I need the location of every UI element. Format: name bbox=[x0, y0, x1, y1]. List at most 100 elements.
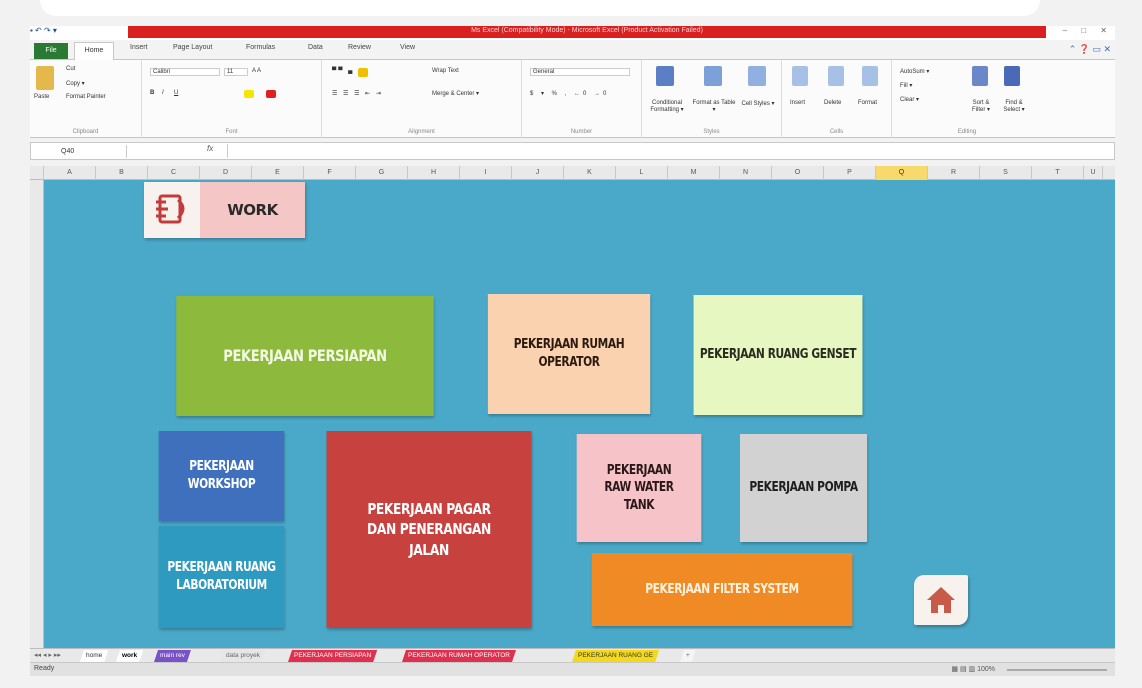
tab-formulas[interactable]: Formulas bbox=[246, 44, 275, 51]
merge-center-button[interactable]: Merge & Center ▾ bbox=[432, 90, 479, 97]
font-color-icon[interactable] bbox=[266, 90, 276, 98]
insert-cells-icon[interactable] bbox=[792, 66, 808, 86]
currency-icon[interactable]: $ ▾ % , ←0 →0 bbox=[530, 90, 609, 97]
number-format-select[interactable]: General bbox=[530, 68, 630, 76]
sheet-nav-arrows-icon[interactable]: ◂◂ ◂ ▸ ▸▸ bbox=[34, 651, 61, 659]
column-header-p[interactable]: P bbox=[824, 166, 876, 180]
find-select-button[interactable]: Find & Select ▾ bbox=[998, 100, 1030, 113]
format-as-table-button[interactable]: Format as Table ▾ bbox=[692, 100, 736, 113]
tab-data[interactable]: Data bbox=[308, 44, 323, 51]
home-button[interactable] bbox=[914, 575, 968, 625]
font-size-select[interactable]: 11 bbox=[224, 68, 248, 76]
tile-persiapan[interactable]: PEKERJAAN PERSIAPAN bbox=[176, 296, 434, 416]
column-header-q[interactable]: Q bbox=[876, 166, 928, 180]
column-header-u[interactable]: U bbox=[1084, 166, 1103, 180]
autosum-button[interactable]: AutoSum ▾ bbox=[900, 68, 929, 75]
column-header-r[interactable]: R bbox=[928, 166, 980, 180]
tab-review[interactable]: Review bbox=[348, 44, 371, 51]
column-header-g[interactable]: G bbox=[356, 166, 408, 180]
sheet-tab-data-proyek[interactable]: data proyek bbox=[220, 650, 266, 662]
font-name-select[interactable]: Calibri bbox=[150, 68, 220, 76]
tile-filter[interactable]: PEKERJAAN FILTER SYSTEM bbox=[591, 553, 853, 626]
format-button[interactable]: Format bbox=[858, 100, 877, 106]
tile-ruang-genset[interactable]: PEKERJAAN RUANG GENSET bbox=[693, 295, 863, 415]
select-all-corner[interactable] bbox=[30, 166, 44, 180]
tab-page-layout[interactable]: Page Layout bbox=[173, 44, 212, 51]
sheet-tab-work[interactable]: work bbox=[116, 650, 143, 662]
add-sheet-icon[interactable]: + bbox=[680, 650, 696, 662]
fill-button[interactable]: Fill ▾ bbox=[900, 82, 912, 89]
column-header-c[interactable]: C bbox=[148, 166, 200, 180]
column-header-t[interactable]: T bbox=[1032, 166, 1084, 180]
column-header-l[interactable]: L bbox=[616, 166, 668, 180]
cut-button[interactable]: Cut bbox=[66, 66, 75, 72]
formula-input[interactable] bbox=[227, 144, 1112, 158]
wrap-text-button[interactable]: Wrap Text bbox=[432, 68, 459, 74]
tile-pagar[interactable]: PEKERJAAN PAGAR DAN PENERANGAN JALAN bbox=[326, 431, 532, 628]
tile-workshop[interactable]: PEKERJAAN WORKSHOP bbox=[158, 431, 285, 521]
window-controls[interactable]: – □ ✕ bbox=[1063, 26, 1113, 35]
delete-cells-icon[interactable] bbox=[828, 66, 844, 86]
quick-access-toolbar[interactable]: ▪ ↶ ↷ ▾ bbox=[30, 26, 128, 38]
sheet-tab-pekerjaan-persiapan[interactable]: PEKERJAAN PERSIAPAN bbox=[288, 650, 377, 662]
sheet-tab-pekerjaan-rumah-operator[interactable]: PEKERJAAN RUMAH OPERATOR bbox=[402, 650, 516, 662]
grow-font-icon[interactable]: A A bbox=[252, 68, 261, 74]
worksheet[interactable]: WORK PEKERJAAN PERSIAPAN PEKERJAAN RUMAH… bbox=[44, 180, 1115, 648]
sheet-tab-home[interactable]: home bbox=[80, 650, 108, 662]
column-header-m[interactable]: M bbox=[668, 166, 720, 180]
column-header-d[interactable]: D bbox=[200, 166, 252, 180]
copy-button[interactable]: Copy ▾ bbox=[66, 80, 85, 87]
cell-styles-button[interactable]: Cell Styles ▾ bbox=[738, 100, 778, 107]
conditional-formatting-button[interactable]: Conditional Formatting ▾ bbox=[644, 100, 690, 113]
align-middle-icon[interactable] bbox=[358, 68, 368, 77]
sort-filter-button[interactable]: Sort & Filter ▾ bbox=[966, 100, 996, 113]
column-header-j[interactable]: J bbox=[512, 166, 564, 180]
tab-file[interactable]: File bbox=[34, 43, 68, 59]
format-table-icon[interactable] bbox=[704, 66, 722, 86]
column-header-o[interactable]: O bbox=[772, 166, 824, 180]
zoom-slider[interactable] bbox=[1007, 669, 1107, 671]
tab-view[interactable]: View bbox=[400, 44, 415, 51]
conditional-formatting-icon[interactable] bbox=[656, 66, 674, 86]
column-header-a[interactable]: A bbox=[44, 166, 96, 180]
tile-pagar-label: PEKERJAAN PAGAR DAN PENERANGAN JALAN bbox=[367, 500, 491, 559]
tab-insert[interactable]: Insert bbox=[130, 44, 148, 51]
bold-icon[interactable]: B bbox=[150, 90, 154, 96]
find-select-icon[interactable] bbox=[1004, 66, 1020, 86]
insert-button[interactable]: Insert bbox=[790, 100, 805, 106]
column-header-i[interactable]: I bbox=[460, 166, 512, 180]
paste-icon[interactable] bbox=[36, 66, 54, 90]
tile-pompa[interactable]: PEKERJAAN POMPA bbox=[739, 434, 868, 542]
clear-button[interactable]: Clear ▾ bbox=[900, 96, 919, 103]
column-header-h[interactable]: H bbox=[408, 166, 460, 180]
tile-raw-water[interactable]: PEKERJAAN RAW WATER TANK bbox=[576, 434, 702, 542]
tab-home[interactable]: Home bbox=[74, 42, 114, 60]
format-painter-button[interactable]: Format Painter bbox=[66, 94, 106, 100]
column-header-b[interactable]: B bbox=[96, 166, 148, 180]
column-header-k[interactable]: K bbox=[564, 166, 616, 180]
excel-window: ▪ ↶ ↷ ▾ Ms Excel (Compatibility Mode) - … bbox=[0, 0, 1142, 688]
sort-filter-icon[interactable] bbox=[972, 66, 988, 86]
column-header-e[interactable]: E bbox=[252, 166, 304, 180]
column-header-n[interactable]: N bbox=[720, 166, 772, 180]
format-cells-icon[interactable] bbox=[862, 66, 878, 86]
column-header-s[interactable]: S bbox=[980, 166, 1032, 180]
delete-button[interactable]: Delete bbox=[824, 100, 841, 106]
underline-icon[interactable]: U bbox=[174, 90, 178, 96]
paste-button[interactable]: Paste bbox=[34, 94, 49, 100]
column-header-f[interactable]: F bbox=[304, 166, 356, 180]
sheet-tab-main-rev[interactable]: main rev bbox=[154, 650, 191, 662]
sheet-tab-pekerjaan-ruang-ge[interactable]: PEKERJAAN RUANG GE bbox=[572, 650, 659, 662]
name-box[interactable]: Q40 bbox=[35, 145, 127, 158]
fx-icon[interactable]: fx bbox=[207, 144, 213, 153]
tile-rumah-operator[interactable]: PEKERJAAN RUMAH OPERATOR bbox=[487, 294, 651, 414]
align-top-icon[interactable]: ▀▀ ▄ bbox=[332, 68, 354, 74]
help-icon[interactable]: ⌃ ❓ ▭ ✕ bbox=[1069, 44, 1111, 55]
italic-icon[interactable]: I bbox=[162, 90, 164, 96]
status-ready: Ready bbox=[34, 665, 55, 672]
tile-laboratorium[interactable]: PEKERJAAN RUANG LABORATORIUM bbox=[158, 526, 285, 628]
view-buttons[interactable]: ▦ ▤ ▥ 100% bbox=[951, 665, 995, 673]
fill-color-icon[interactable] bbox=[244, 90, 254, 98]
align-left-icon[interactable]: ☰ ☰ ☰ ⇤ ⇥ bbox=[332, 90, 383, 97]
cell-styles-icon[interactable] bbox=[748, 66, 766, 86]
